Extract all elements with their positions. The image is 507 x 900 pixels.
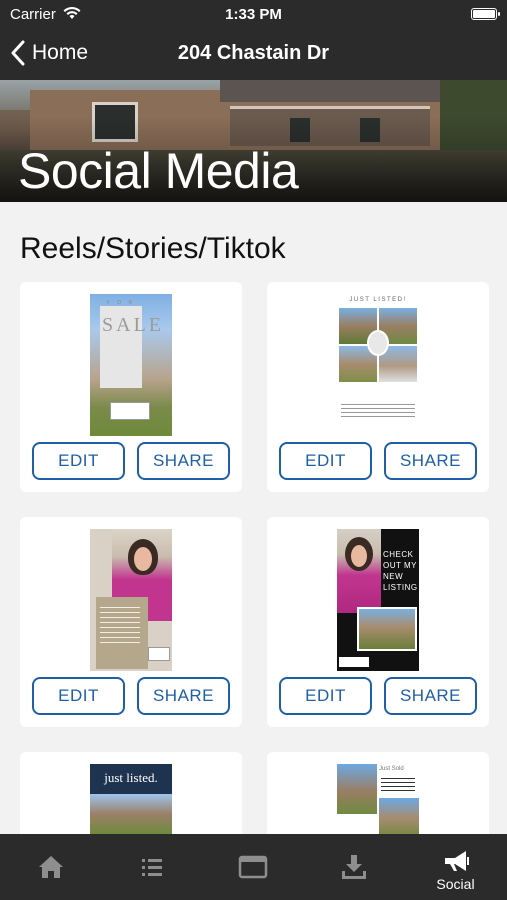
download-icon — [342, 855, 366, 879]
tab-list[interactable] — [101, 834, 202, 900]
edit-button[interactable]: EDIT — [32, 677, 125, 715]
template-thumbnail[interactable]: CHECK OUT MY NEW LISTING — [337, 529, 419, 671]
tab-social-label: Social — [436, 876, 475, 892]
content-area[interactable]: Reels/Stories/Tiktok F O R SALE EDIT SHA… — [0, 202, 507, 834]
template-card: JUST LISTED! EDIT SHARE — [267, 282, 489, 492]
thumb-headline: JUST LISTED! — [349, 297, 407, 303]
template-card: Just Sold — [267, 752, 489, 834]
share-button[interactable]: SHARE — [137, 442, 230, 480]
thumb-headline: CHECK OUT MY NEW LISTING — [383, 550, 418, 592]
section-title: Reels/Stories/Tiktok — [20, 232, 286, 265]
share-button[interactable]: SHARE — [384, 442, 477, 480]
template-thumbnail[interactable]: F O R SALE — [90, 294, 172, 436]
template-thumbnail[interactable]: JUST LISTED! — [337, 294, 419, 436]
tab-home[interactable] — [0, 834, 101, 900]
tab-download[interactable] — [303, 834, 404, 900]
tab-browser[interactable] — [202, 834, 303, 900]
hero-banner: Social Media — [0, 80, 507, 202]
share-button[interactable]: SHARE — [384, 677, 477, 715]
status-bar: Carrier 1:33 PM — [0, 0, 507, 28]
tab-social[interactable]: Social — [405, 834, 506, 900]
template-card: CHECK OUT MY NEW LISTING EDIT SHARE — [267, 517, 489, 727]
list-icon — [142, 859, 162, 876]
template-card: just listed. — [20, 752, 242, 834]
home-icon — [39, 856, 63, 878]
thumb-top-text: F O R — [106, 300, 136, 306]
template-thumbnail[interactable]: just listed. — [90, 764, 172, 834]
template-card: EDIT SHARE — [20, 517, 242, 727]
tab-bar: Social — [0, 834, 507, 900]
edit-button[interactable]: EDIT — [279, 442, 372, 480]
edit-button[interactable]: EDIT — [32, 442, 125, 480]
template-thumbnail[interactable] — [90, 529, 172, 671]
thumb-headline: just listed. — [104, 770, 158, 785]
page-title: 204 Chastain Dr — [177, 42, 330, 64]
megaphone-icon — [445, 851, 469, 871]
battery-icon — [471, 8, 500, 20]
hero-title: Social Media — [18, 143, 299, 199]
template-thumbnail[interactable]: Just Sold — [337, 764, 419, 834]
template-card: F O R SALE EDIT SHARE — [20, 282, 242, 492]
nav-bar: Home 204 Chastain Dr — [0, 28, 507, 80]
thumb-headline: Just Sold — [379, 766, 404, 772]
share-button[interactable]: SHARE — [137, 677, 230, 715]
clock: 1:33 PM — [225, 6, 282, 23]
thumb-headline: SALE — [102, 314, 164, 336]
edit-button[interactable]: EDIT — [279, 677, 372, 715]
browser-icon — [238, 855, 268, 879]
